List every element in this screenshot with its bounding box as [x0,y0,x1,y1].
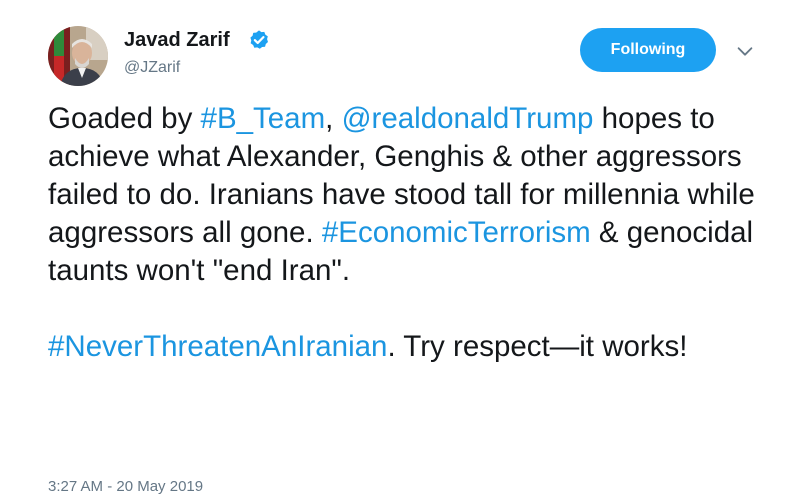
tweet-timestamp[interactable]: 3:27 AM - 20 May 2019 [48,478,203,495]
tweet-card: Javad Zarif @JZarif Following Goaded by … [0,0,800,500]
tweet-text: Goaded by #B_Team, @realdonaldTrump hope… [48,100,778,366]
tweet-paragraph-2: #NeverThreatenAnIranian. Try respect—it … [48,328,778,366]
chevron-down-icon[interactable] [734,40,756,62]
avatar-image [48,26,108,86]
tweet-text-segment: . Try respect—it works! [387,330,688,363]
user-handle[interactable]: @JZarif [124,59,180,77]
tweet-paragraph-1: Goaded by #B_Team, @realdonaldTrump hope… [48,100,778,290]
verified-badge-icon [248,29,270,51]
mention-link-realdonaldtrump[interactable]: @realdonaldTrump [342,102,594,135]
hashtag-link-never-threaten-an-iranian[interactable]: #NeverThreatenAnIranian [48,330,387,363]
tweet-text-segment: , [325,102,342,135]
display-name[interactable]: Javad Zarif [124,29,230,52]
hashtag-link-b-team[interactable]: #B_Team [201,102,326,135]
avatar[interactable] [48,26,108,86]
following-button[interactable]: Following [580,28,716,72]
tweet-text-segment: Goaded by [48,102,201,135]
hashtag-link-economic-terrorism[interactable]: #EconomicTerrorism [322,216,591,249]
